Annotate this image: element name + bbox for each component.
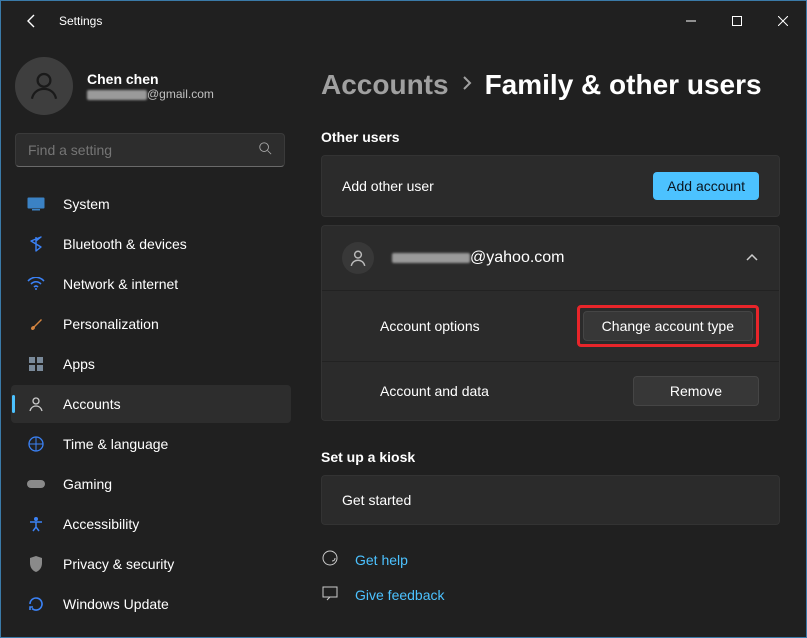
search-box[interactable] [15,133,285,167]
profile-name: Chen chen [87,71,214,87]
sidebar-item-privacy[interactable]: Privacy & security [11,545,291,583]
nav-label: Apps [63,356,95,372]
back-button[interactable] [21,10,43,32]
add-other-user-label: Add other user [342,178,434,194]
sidebar-item-accounts[interactable]: Accounts [11,385,291,423]
wifi-icon [25,273,47,295]
sidebar-item-apps[interactable]: Apps [11,345,291,383]
apps-icon [25,353,47,375]
chevron-up-icon [745,249,759,267]
nav-label: Time & language [63,436,168,452]
clock-globe-icon [25,433,47,455]
get-help-link[interactable]: Get help [321,549,780,570]
chevron-right-icon [461,75,473,96]
breadcrumb-parent[interactable]: Accounts [321,69,449,101]
account-data-row: Account and data Remove [322,361,779,420]
page-title: Family & other users [485,69,762,101]
give-feedback-link[interactable]: Give feedback [321,584,780,605]
highlight-annotation: Change account type [577,305,759,347]
brush-icon [25,313,47,335]
other-user-card: @yahoo.com Account options Change accoun… [321,225,780,421]
shield-icon [25,553,47,575]
sidebar-item-gaming[interactable]: Gaming [11,465,291,503]
give-feedback-label: Give feedback [355,587,445,603]
sidebar-item-network[interactable]: Network & internet [11,265,291,303]
nav-label: Network & internet [63,276,178,292]
help-icon [321,549,341,570]
nav: System Bluetooth & devices Network & int… [11,185,291,623]
nav-label: System [63,196,110,212]
user-avatar-icon [342,242,374,274]
gamepad-icon [25,473,47,495]
add-account-button[interactable]: Add account [653,172,759,200]
get-help-label: Get help [355,552,408,568]
update-icon [25,593,47,615]
titlebar: Settings [1,1,806,41]
bluetooth-icon [25,233,47,255]
sidebar: Chen chen @gmail.com System Bluetooth & … [1,41,301,637]
display-icon [25,193,47,215]
accessibility-icon [25,513,47,535]
sidebar-item-update[interactable]: Windows Update [11,585,291,623]
section-title-other-users: Other users [321,129,780,145]
nav-label: Privacy & security [63,556,174,572]
main: Accounts Family & other users Other user… [301,41,806,637]
remove-button[interactable]: Remove [633,376,759,406]
sidebar-item-bluetooth[interactable]: Bluetooth & devices [11,225,291,263]
sidebar-item-system[interactable]: System [11,185,291,223]
nav-label: Personalization [63,316,159,332]
search-icon [258,141,272,160]
footer-links: Get help Give feedback [321,549,780,605]
other-user-header[interactable]: @yahoo.com [322,226,779,290]
nav-label: Windows Update [63,596,169,612]
change-account-type-button[interactable]: Change account type [583,311,753,341]
window-controls [668,5,806,37]
person-icon [25,393,47,415]
avatar [15,57,73,115]
search-input[interactable] [28,142,258,158]
nav-label: Bluetooth & devices [63,236,187,252]
sidebar-item-accessibility[interactable]: Accessibility [11,505,291,543]
sidebar-item-personalization[interactable]: Personalization [11,305,291,343]
other-user-email: @yahoo.com [392,249,565,267]
profile-email: @gmail.com [87,87,214,101]
account-data-label: Account and data [380,383,489,399]
add-other-user-card: Add other user Add account [321,155,780,217]
account-options-row: Account options Change account type [322,290,779,361]
maximize-button[interactable] [714,5,760,37]
sidebar-item-time[interactable]: Time & language [11,425,291,463]
nav-label: Accessibility [63,516,139,532]
nav-label: Accounts [63,396,121,412]
close-button[interactable] [760,5,806,37]
profile[interactable]: Chen chen @gmail.com [15,57,291,115]
feedback-icon [321,584,341,605]
nav-label: Gaming [63,476,112,492]
minimize-button[interactable] [668,5,714,37]
kiosk-card[interactable]: Get started [321,475,780,525]
breadcrumb: Accounts Family & other users [321,69,780,101]
section-title-kiosk: Set up a kiosk [321,449,780,465]
window-title: Settings [59,14,102,28]
account-options-label: Account options [380,318,480,334]
get-started-label: Get started [342,492,411,508]
